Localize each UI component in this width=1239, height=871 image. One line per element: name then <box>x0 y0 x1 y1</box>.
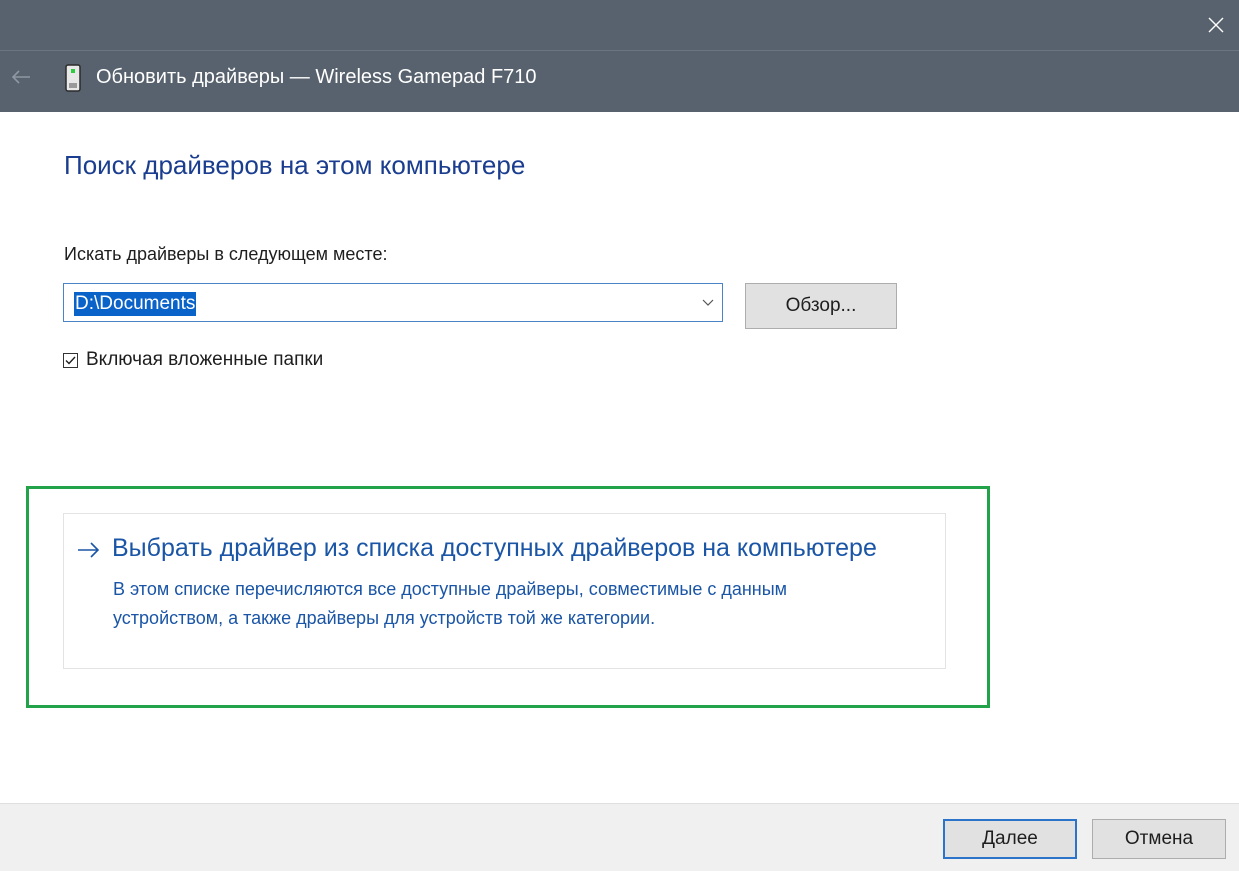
include-subfolders-label[interactable]: Включая вложенные папки <box>86 349 323 371</box>
window-title: Обновить драйверы — Wireless Gamepad F71… <box>96 66 537 88</box>
search-location-combobox[interactable]: D:\Documents <box>63 283 723 322</box>
pick-from-list-description: В этом списке перечисляются все доступны… <box>113 575 913 633</box>
title-bar: Обновить драйверы — Wireless Gamepad F71… <box>0 0 1239 112</box>
include-subfolders-row[interactable]: Включая вложенные папки <box>63 349 323 371</box>
next-button[interactable]: Далее <box>943 819 1077 859</box>
browse-button[interactable]: Обзор... <box>745 283 897 329</box>
close-icon <box>1208 17 1224 33</box>
right-arrow-icon[interactable] <box>76 540 102 560</box>
description-line-2: устройством, а также драйверы для устрой… <box>113 608 656 628</box>
description-line-1: В этом списке перечисляются все доступны… <box>113 579 788 599</box>
close-button[interactable] <box>1193 0 1239 50</box>
gamepad-device-icon <box>65 64 81 92</box>
back-button[interactable] <box>4 60 38 94</box>
checkmark-icon <box>65 356 76 365</box>
page-heading: Поиск драйверов на этом компьютере <box>64 150 526 180</box>
cancel-button[interactable]: Отмена <box>1092 819 1226 859</box>
search-location-label: Искать драйверы в следующем месте: <box>64 244 388 264</box>
title-bar-divider <box>0 50 1239 51</box>
chevron-down-icon[interactable] <box>702 297 714 307</box>
back-arrow-icon <box>11 70 30 84</box>
pick-from-list-link[interactable]: Выбрать драйвер из списка доступных драй… <box>112 534 877 563</box>
search-location-value[interactable]: D:\Documents <box>74 292 197 316</box>
include-subfolders-checkbox[interactable] <box>63 352 78 368</box>
